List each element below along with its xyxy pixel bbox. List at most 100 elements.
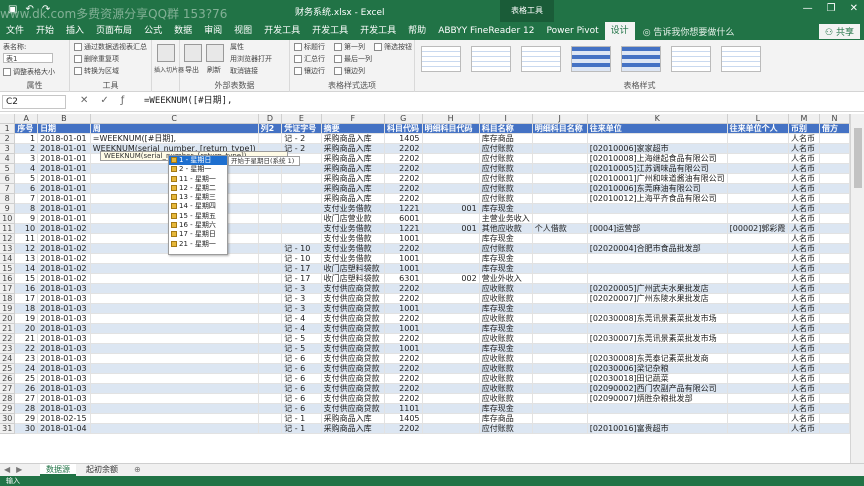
table-cell[interactable] [90, 283, 259, 295]
table-cell[interactable] [258, 213, 283, 225]
table-cell[interactable] [281, 183, 322, 195]
table-cell[interactable] [819, 343, 850, 355]
table-cell[interactable] [727, 333, 789, 345]
table-cell[interactable]: 1221 [384, 223, 423, 235]
table-cell[interactable]: 库存现金 [479, 233, 533, 245]
table-cell[interactable] [422, 403, 480, 415]
tab-insert[interactable]: 插入 [60, 22, 90, 40]
table-cell[interactable]: 2202 [384, 333, 423, 345]
table-cell[interactable]: 1001 [384, 303, 423, 315]
table-cell[interactable]: 记 - 10 [281, 243, 322, 255]
table-cell[interactable]: 13 [14, 253, 39, 265]
table-cell[interactable]: 采购商品入库 [321, 423, 385, 435]
table-cell[interactable]: 6001 [384, 213, 423, 225]
table-cell[interactable]: 收门店塑料袋款 [321, 273, 385, 285]
table-cell[interactable]: 2 [14, 143, 39, 155]
table-cell[interactable]: 支付供应商贷款 [321, 363, 385, 375]
table-cell[interactable] [819, 323, 850, 335]
table-cell[interactable]: 20 [14, 323, 39, 335]
table-cell[interactable]: [02010001]广州和味道酱油有限公司 [587, 173, 728, 185]
column-header-B[interactable]: B [37, 114, 91, 125]
table-cell[interactable] [727, 203, 789, 215]
tab-design[interactable]: 设计 [604, 22, 635, 40]
table-cell[interactable] [90, 363, 259, 375]
table-cell[interactable] [258, 413, 283, 425]
table-cell[interactable]: 2202 [384, 363, 423, 375]
table-cell[interactable]: 2018-01-03 [37, 383, 91, 395]
table-cell[interactable] [258, 383, 283, 395]
table-cell[interactable]: 应付账款 [479, 193, 533, 205]
table-style-1[interactable] [421, 46, 461, 72]
table-cell[interactable]: 2018-01-01 [37, 173, 91, 185]
table-cell[interactable] [819, 293, 850, 305]
table-cell[interactable] [532, 273, 588, 285]
table-cell[interactable]: 14 [14, 263, 39, 275]
unlink-button[interactable]: 取消链接 [230, 66, 258, 76]
table-cell[interactable] [90, 423, 259, 435]
table-cell[interactable] [422, 303, 480, 315]
table-cell[interactable]: 应付账款 [479, 163, 533, 175]
table-cell[interactable]: 应收账款 [479, 353, 533, 365]
table-cell[interactable]: 人名币 [788, 303, 820, 315]
table-cell[interactable]: 1 [14, 133, 39, 145]
header-cell[interactable]: 借方 [819, 123, 850, 135]
filter-button-checkbox[interactable]: 筛选按钮 [374, 42, 412, 52]
table-cell[interactable] [819, 273, 850, 285]
table-cell[interactable]: 2018-01-03 [37, 303, 91, 315]
column-header-L[interactable]: L [727, 114, 789, 125]
table-cell[interactable]: 12 [14, 243, 39, 255]
table-cell[interactable]: 其他应收款 [479, 223, 533, 235]
table-cell[interactable] [819, 263, 850, 275]
table-cell[interactable] [422, 283, 480, 295]
table-cell[interactable]: 1405 [384, 133, 423, 145]
ext-properties-button[interactable]: 属性 [230, 42, 244, 52]
table-cell[interactable] [258, 223, 283, 235]
table-cell[interactable]: 应付账款 [479, 183, 533, 195]
table-cell[interactable] [90, 323, 259, 335]
table-cell[interactable]: 001 [422, 203, 480, 215]
table-cell[interactable] [258, 393, 283, 405]
table-cell[interactable]: 22 [14, 343, 39, 355]
table-cell[interactable]: 2018-01-01 [37, 203, 91, 215]
table-cell[interactable] [422, 233, 480, 245]
row-header[interactable]: 8 [0, 193, 16, 205]
header-cell[interactable]: 科目名称 [479, 123, 533, 135]
share-button[interactable]: ⚇ 共享 [819, 24, 860, 39]
table-cell[interactable] [727, 293, 789, 305]
table-cell[interactable] [727, 163, 789, 175]
table-cell[interactable]: 应付账款 [479, 243, 533, 255]
table-cell[interactable] [819, 153, 850, 165]
table-cell[interactable] [258, 273, 283, 285]
sheet-tab-source[interactable]: 数据源 [40, 464, 76, 476]
cancel-icon[interactable]: ✕ [80, 95, 88, 106]
table-cell[interactable] [727, 353, 789, 365]
table-cell[interactable] [819, 333, 850, 345]
table-cell[interactable]: [02020007]广州东陵水果批发店 [587, 293, 728, 305]
dropdown-item[interactable]: 2 - 星期一 [169, 165, 227, 174]
row-header[interactable]: 24 [0, 353, 16, 365]
row-header[interactable]: 15 [0, 263, 16, 275]
header-cell[interactable]: 往来单位个人 [727, 123, 789, 135]
table-cell[interactable] [532, 283, 588, 295]
table-cell[interactable] [422, 163, 480, 175]
table-cell[interactable]: 人名币 [788, 283, 820, 295]
table-cell[interactable]: 1001 [384, 263, 423, 275]
table-cell[interactable]: 人名币 [788, 233, 820, 245]
table-style-7[interactable] [721, 46, 761, 72]
table-cell[interactable]: 2018-01-03 [37, 333, 91, 345]
table-cell[interactable]: 库存商品 [479, 413, 533, 425]
table-cell[interactable]: 2202 [384, 423, 423, 435]
table-cell[interactable] [727, 243, 789, 255]
open-in-browser-button[interactable]: 用浏览器打开 [230, 54, 272, 64]
tab-developer-2[interactable]: 开发工具 [306, 22, 354, 40]
table-cell[interactable]: 支付供应商贷款 [321, 283, 385, 295]
row-header[interactable]: 25 [0, 363, 16, 375]
table-cell[interactable] [727, 363, 789, 375]
row-header[interactable]: 3 [0, 143, 16, 155]
column-header-H[interactable]: H [422, 114, 480, 125]
table-style-3[interactable] [521, 46, 561, 72]
row-header[interactable]: 21 [0, 323, 16, 335]
table-cell[interactable]: 人名币 [788, 273, 820, 285]
table-cell[interactable]: 支付业务借款 [321, 243, 385, 255]
table-cell[interactable] [281, 203, 322, 215]
